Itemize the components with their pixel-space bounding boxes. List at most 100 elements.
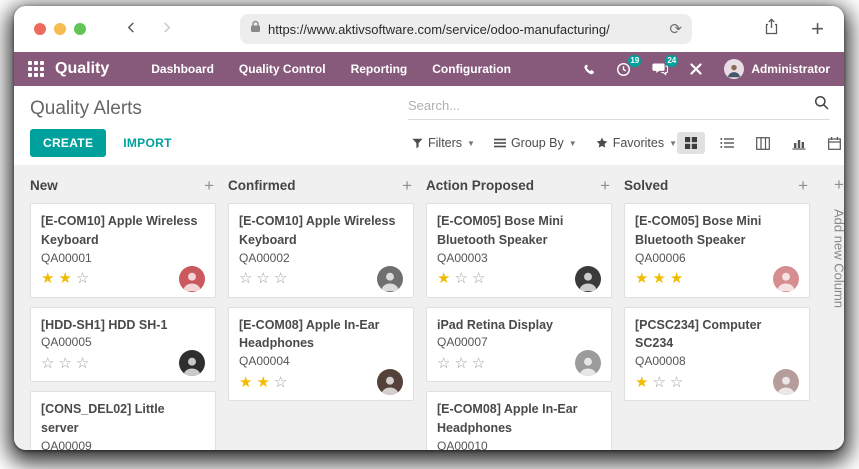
address-bar[interactable]: https://www.aktivsoftware.com/service/od… — [240, 14, 692, 44]
card-title: [E-COM10] Apple Wireless Keyboard — [239, 212, 403, 250]
star-empty-icon[interactable]: ☆ — [274, 270, 291, 287]
star-filled-icon[interactable]: ★ — [256, 374, 273, 391]
star-empty-icon[interactable]: ☆ — [472, 270, 489, 287]
add-record-icon[interactable]: + — [402, 177, 412, 194]
reload-icon[interactable]: ⟳ — [669, 22, 682, 37]
star-empty-icon[interactable]: ☆ — [437, 355, 454, 372]
graph-view-icon[interactable] — [785, 133, 813, 154]
add-record-icon[interactable]: + — [798, 177, 808, 194]
card-reference: QA00005 — [41, 335, 205, 349]
column-title: Confirmed — [228, 178, 296, 193]
star-empty-icon[interactable]: ☆ — [76, 270, 93, 287]
card-footer: ★★☆ — [239, 369, 403, 395]
activities-badge: 19 — [628, 55, 641, 67]
favorites-star-icon — [596, 137, 608, 149]
user-menu[interactable]: Administrator — [724, 59, 830, 79]
priority-stars: ★☆☆ — [437, 271, 489, 286]
add-column-icon[interactable]: + — [834, 176, 844, 193]
star-filled-icon[interactable]: ★ — [41, 270, 58, 287]
card-footer: ★☆☆ — [635, 369, 799, 395]
kanban-card[interactable]: iPad Retina DisplayQA00007☆☆☆ — [426, 307, 612, 383]
star-empty-icon[interactable]: ☆ — [454, 355, 471, 372]
pivot-view-icon[interactable] — [749, 133, 777, 154]
kanban-card[interactable]: [E-COM08] Apple In-Ear HeadphonesQA00010… — [426, 391, 612, 450]
kanban-column-confirmed: Confirmed + [E-COM10] Apple Wireless Keybo… — [228, 177, 414, 450]
messages-icon[interactable]: 24 — [652, 62, 668, 76]
group-by-dropdown[interactable]: Group By▼ — [494, 136, 577, 150]
activities-clock-icon[interactable]: 19 — [616, 62, 631, 77]
column-title: Action Proposed — [426, 178, 534, 193]
priority-stars: ☆☆☆ — [437, 356, 489, 371]
star-empty-icon[interactable]: ☆ — [274, 374, 291, 391]
star-empty-icon[interactable]: ☆ — [41, 355, 58, 372]
star-filled-icon[interactable]: ★ — [437, 270, 454, 287]
kanban-card[interactable]: [E-COM10] Apple Wireless KeyboardQA00001… — [30, 203, 216, 298]
nav-menu-configuration[interactable]: Configuration — [432, 62, 511, 76]
new-tab-icon[interactable]: + — [811, 18, 824, 40]
tools-icon[interactable] — [689, 62, 703, 76]
calendar-view-icon[interactable] — [821, 133, 844, 154]
search-icon[interactable] — [814, 95, 830, 116]
star-empty-icon[interactable]: ☆ — [670, 374, 687, 391]
card-reference: QA00008 — [635, 354, 799, 368]
star-filled-icon[interactable]: ★ — [635, 270, 652, 287]
kanban-view-icon[interactable] — [677, 132, 705, 154]
star-empty-icon[interactable]: ☆ — [239, 270, 256, 287]
minimize-window-button[interactable] — [54, 23, 66, 35]
kanban-card[interactable]: [PCSC234] Computer SC234QA00008★☆☆ — [624, 307, 810, 402]
star-empty-icon[interactable]: ☆ — [652, 374, 669, 391]
assignee-avatar — [377, 266, 403, 292]
priority-stars: ☆☆☆ — [239, 271, 291, 286]
star-empty-icon[interactable]: ☆ — [454, 270, 471, 287]
favorites-dropdown[interactable]: Favorites▼ — [596, 136, 677, 150]
kanban-column-solved: Solved+[E-COM05] Bose Mini Bluetooth Spe… — [624, 177, 810, 450]
star-empty-icon[interactable]: ☆ — [76, 355, 93, 372]
card-title: [HDD-SH1] HDD SH-1 — [41, 316, 205, 335]
add-record-icon[interactable]: + — [600, 177, 610, 194]
card-reference: QA00007 — [437, 335, 601, 349]
add-column-label[interactable]: Add new Column — [832, 209, 845, 308]
priority-stars: ★☆☆ — [635, 375, 687, 390]
card-footer: ☆☆☆ — [41, 350, 205, 376]
star-empty-icon[interactable]: ☆ — [256, 270, 273, 287]
maximize-window-button[interactable] — [74, 23, 86, 35]
nav-menu-quality-control[interactable]: Quality Control — [239, 62, 326, 76]
share-icon[interactable] — [764, 18, 779, 40]
close-window-button[interactable] — [34, 23, 46, 35]
nav-menu-dashboard[interactable]: Dashboard — [151, 62, 214, 76]
kanban-card[interactable]: [E-COM08] Apple In-Ear HeadphonesQA00004… — [228, 307, 414, 402]
filters-dropdown[interactable]: Filters▼ — [412, 136, 475, 150]
browser-window: https://www.aktivsoftware.com/service/od… — [14, 6, 844, 450]
star-filled-icon[interactable]: ★ — [635, 374, 652, 391]
forward-icon[interactable] — [161, 20, 172, 38]
star-filled-icon[interactable]: ★ — [652, 270, 669, 287]
app-name[interactable]: Quality — [55, 60, 109, 78]
kanban-card[interactable]: [E-COM10] Apple Wireless KeyboardQA00002… — [228, 203, 414, 298]
import-button[interactable]: IMPORT — [123, 136, 171, 150]
assignee-avatar — [179, 266, 205, 292]
star-filled-icon[interactable]: ★ — [239, 374, 256, 391]
nav-menu-reporting[interactable]: Reporting — [351, 62, 408, 76]
apps-menu-icon[interactable] — [28, 61, 44, 77]
card-title: [CONS_DEL02] Little server — [41, 400, 205, 438]
kanban-card[interactable]: [E-COM05] Bose Mini Bluetooth SpeakerQA0… — [426, 203, 612, 298]
add-record-icon[interactable]: + — [204, 177, 214, 194]
star-filled-icon[interactable]: ★ — [670, 270, 687, 287]
phone-icon[interactable] — [581, 62, 595, 76]
kanban-column-action-proposed: Action Proposed + [E-COM05] Bose Mini Blue… — [426, 177, 612, 450]
search-box — [408, 95, 830, 120]
nav-menus: Dashboard Quality Control Reporting Configu… — [151, 62, 511, 76]
create-button[interactable]: CREATE — [30, 129, 106, 157]
user-avatar — [724, 59, 744, 79]
star-filled-icon[interactable]: ★ — [58, 270, 75, 287]
search-input[interactable] — [408, 98, 814, 113]
star-empty-icon[interactable]: ☆ — [472, 355, 489, 372]
list-view-icon[interactable] — [713, 133, 741, 153]
kanban-card[interactable]: [E-COM05] Bose Mini Bluetooth SpeakerQA0… — [624, 203, 810, 298]
group-by-icon — [494, 138, 506, 148]
star-empty-icon[interactable]: ☆ — [58, 355, 75, 372]
card-title: iPad Retina Display — [437, 316, 601, 335]
back-icon[interactable] — [126, 20, 137, 38]
kanban-card[interactable]: [HDD-SH1] HDD SH-1QA00005☆☆☆ — [30, 307, 216, 383]
kanban-card[interactable]: [CONS_DEL02] Little serverQA00009★☆☆ — [30, 391, 216, 450]
